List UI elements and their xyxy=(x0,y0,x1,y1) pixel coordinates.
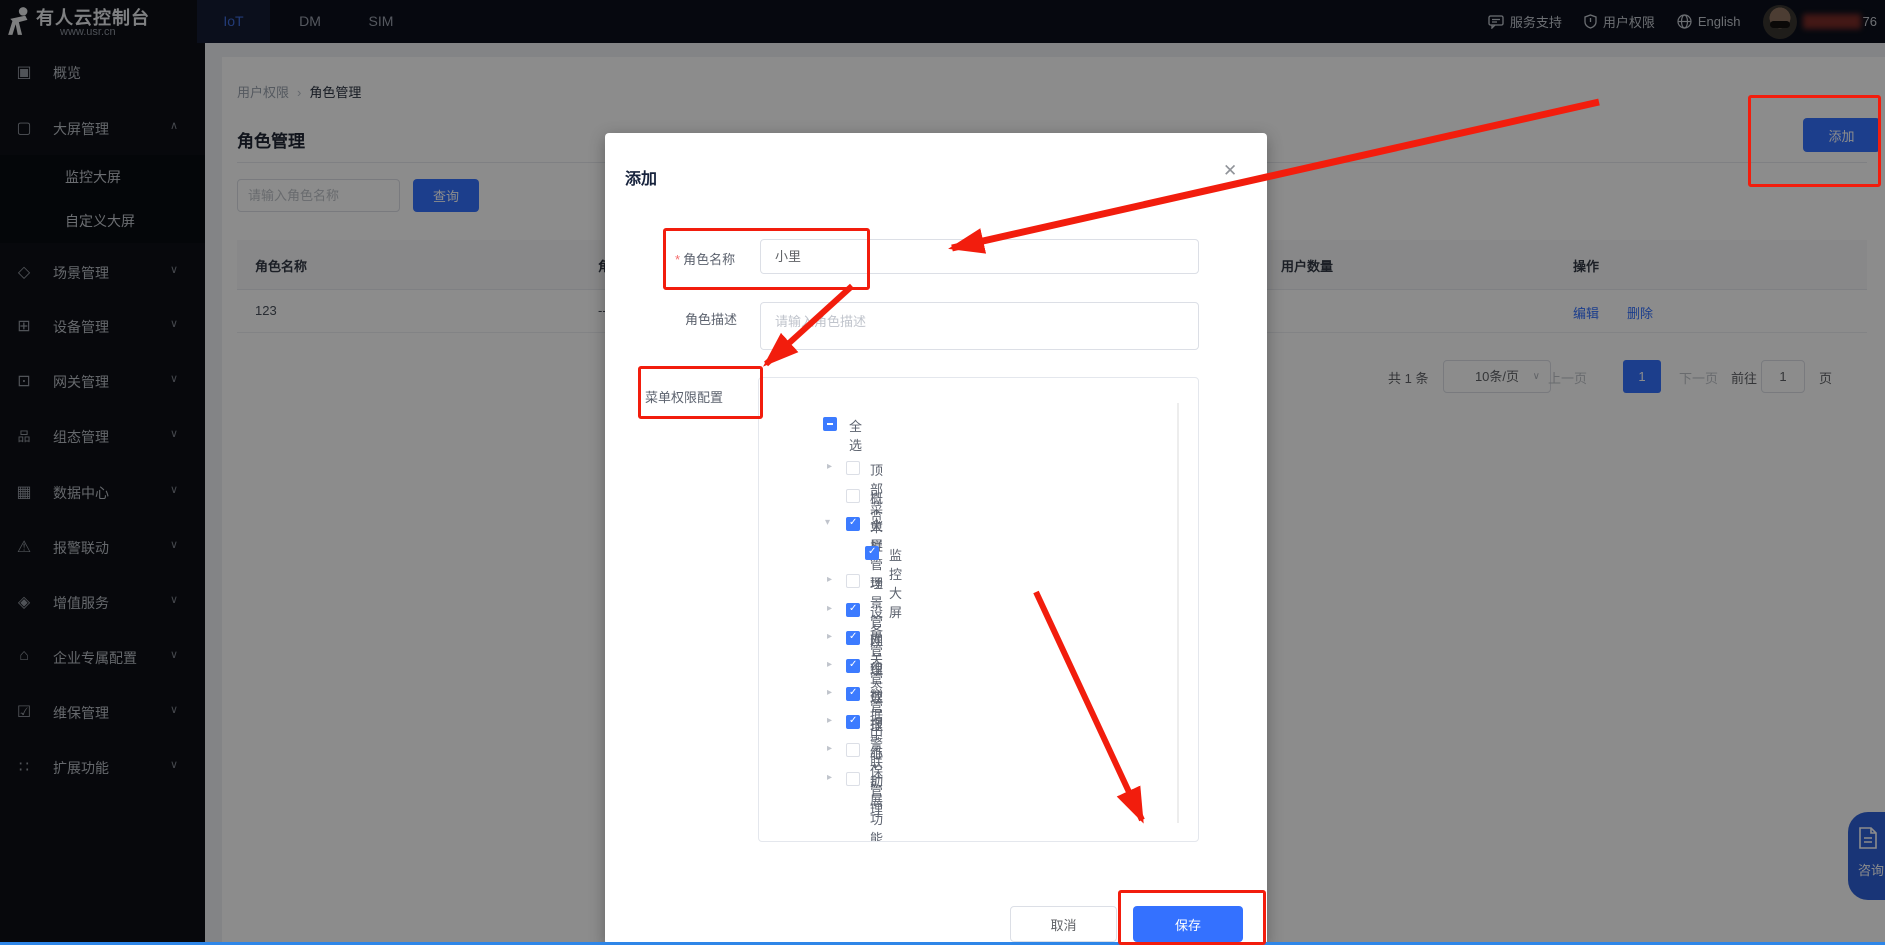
role-name-label: *角色名称 xyxy=(675,249,735,268)
save-button[interactable]: 保存 xyxy=(1133,906,1243,942)
cancel-button[interactable]: 取消 xyxy=(1010,906,1117,942)
required-star: * xyxy=(675,252,680,267)
role-desc-textarea[interactable]: 请输入角色描述 xyxy=(760,302,1199,350)
modal-title: 添加 xyxy=(625,165,657,189)
tree-checkbox[interactable] xyxy=(846,517,860,531)
expander-icon[interactable]: ▸ xyxy=(827,659,832,670)
tree-scrollbar[interactable] xyxy=(1177,403,1179,823)
tree-checkbox[interactable] xyxy=(846,772,860,786)
app-root: 有人云控制台 www.usr.cn IoT DM SIM 服务支持 用户权限 xyxy=(0,0,1885,945)
close-icon[interactable]: ✕ xyxy=(1223,161,1237,181)
expander-icon[interactable]: ▸ xyxy=(827,631,832,642)
role-name-label-text: 角色名称 xyxy=(683,252,735,267)
menu-permission-tree: 全选 ▸ 顶部菜单栏 概览 ▾ 大屏管理 监控大屏 ▸ xyxy=(758,377,1199,842)
tree-checkbox[interactable] xyxy=(846,574,860,588)
expander-icon[interactable]: ▸ xyxy=(827,687,832,698)
tree-checkbox[interactable] xyxy=(846,489,860,503)
tree-checkbox[interactable] xyxy=(846,603,860,617)
expander-icon[interactable]: ▾ xyxy=(825,517,830,528)
tree-checkbox[interactable] xyxy=(865,546,879,560)
tree-checkbox[interactable] xyxy=(846,743,860,757)
expander-icon[interactable]: ▸ xyxy=(827,743,832,754)
tree-label[interactable]: 全选 xyxy=(849,416,862,454)
tree-checkbox[interactable] xyxy=(846,687,860,701)
tree-checkbox[interactable] xyxy=(846,715,860,729)
expander-icon[interactable]: ▸ xyxy=(827,715,832,726)
role-name-input[interactable]: 小里 xyxy=(760,239,1199,274)
tree-checkbox[interactable] xyxy=(846,631,860,645)
add-role-modal: 添加 ✕ *角色名称 小里 角色描述 请输入角色描述 菜单权限配置 全选 ▸ 顶… xyxy=(605,133,1267,945)
tree-label[interactable]: 扩展功能 xyxy=(870,771,883,842)
tree-label[interactable]: 监控大屏 xyxy=(889,545,902,621)
expander-icon[interactable]: ▸ xyxy=(827,574,832,585)
menu-permission-label: 菜单权限配置 xyxy=(645,387,723,406)
tree-checkbox[interactable] xyxy=(846,659,860,673)
expander-icon[interactable]: ▸ xyxy=(827,461,832,472)
select-all-checkbox[interactable] xyxy=(823,417,837,431)
role-desc-label: 角色描述 xyxy=(685,309,737,328)
expander-icon[interactable]: ▸ xyxy=(827,603,832,614)
expander-icon[interactable]: ▸ xyxy=(827,772,832,783)
tree-checkbox[interactable] xyxy=(846,461,860,475)
